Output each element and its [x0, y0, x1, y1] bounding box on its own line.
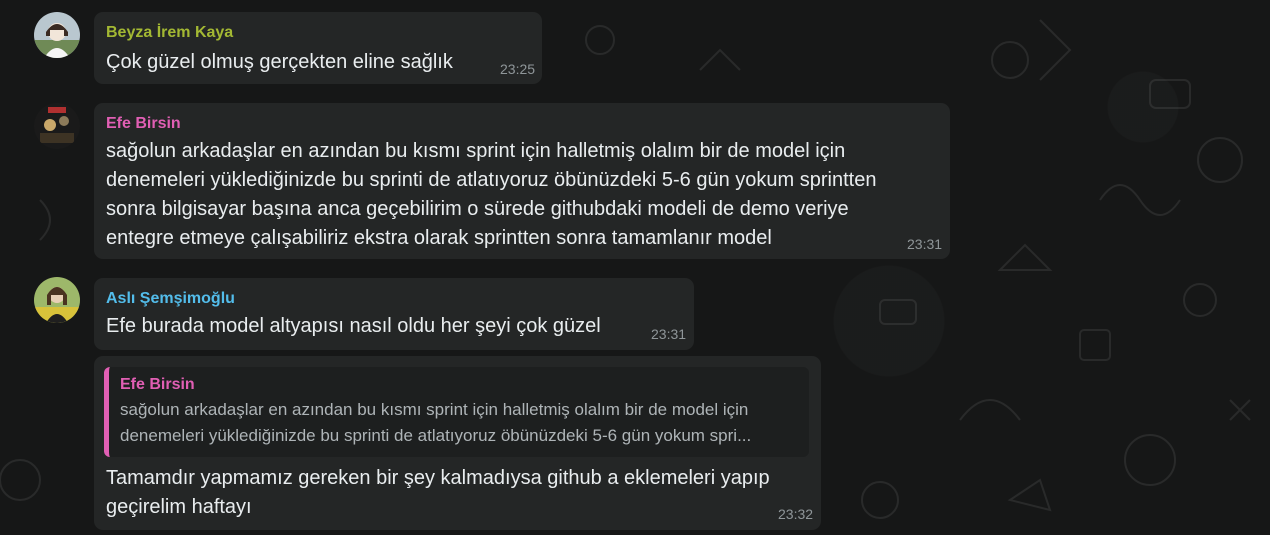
- message-text-line: Tamamdır yapmamız gereken bir şey kalmad…: [106, 467, 770, 489]
- quoted-text-line: denemeleri yüklediğinizde bu sprinti de …: [120, 426, 752, 445]
- message-bubble[interactable]: Beyza İrem Kaya Çok güzel olmuş gerçekte…: [94, 12, 542, 84]
- message-bubble[interactable]: Efe Birsin sağolun arkadaşlar en azından…: [94, 103, 950, 259]
- sender-name[interactable]: Beyza İrem Kaya: [106, 24, 233, 42]
- quoted-message[interactable]: Efe Birsin sağolun arkadaşlar en azından…: [104, 367, 809, 457]
- avatar-beyza[interactable]: [34, 12, 80, 58]
- message-text: Efe burada model altyapısı nasıl oldu he…: [106, 315, 601, 337]
- avatar-asli[interactable]: [34, 277, 80, 323]
- message-text-line: sonra bilgisayar başına anca geçebilirim…: [106, 198, 849, 220]
- quoted-sender-name: Efe Birsin: [120, 376, 195, 393]
- avatar-photo-icon: [34, 12, 80, 58]
- avatar-efe[interactable]: [34, 103, 80, 149]
- message-text-line: entegre etmeye çalışabiliriz ekstra olar…: [106, 227, 772, 249]
- message-text-line: sağolun arkadaşlar en azından bu kısmı s…: [106, 140, 846, 162]
- message-time: 23:32: [778, 506, 814, 522]
- message-text-line: denemeleri yüklediğinizde bu sprinti de …: [106, 169, 877, 191]
- message-time: 23:31: [651, 326, 687, 342]
- message-time: 23:25: [500, 61, 536, 77]
- sender-name[interactable]: Aslı Şemşimoğlu: [106, 290, 235, 308]
- message-bubble[interactable]: Aslı Şemşimoğlu Efe burada model altyapı…: [94, 278, 694, 350]
- avatar-photo-icon: [34, 277, 80, 323]
- sender-name[interactable]: Efe Birsin: [106, 115, 181, 133]
- message-text-line: geçirelim haftayı: [106, 496, 252, 518]
- quoted-text-line: sağolun arkadaşlar en azından bu kısmı s…: [120, 400, 749, 419]
- message-text: Çok güzel olmuş gerçekten eline sağlık: [106, 51, 453, 73]
- message-time: 23:31: [907, 236, 943, 252]
- avatar-photo-icon: [34, 103, 80, 149]
